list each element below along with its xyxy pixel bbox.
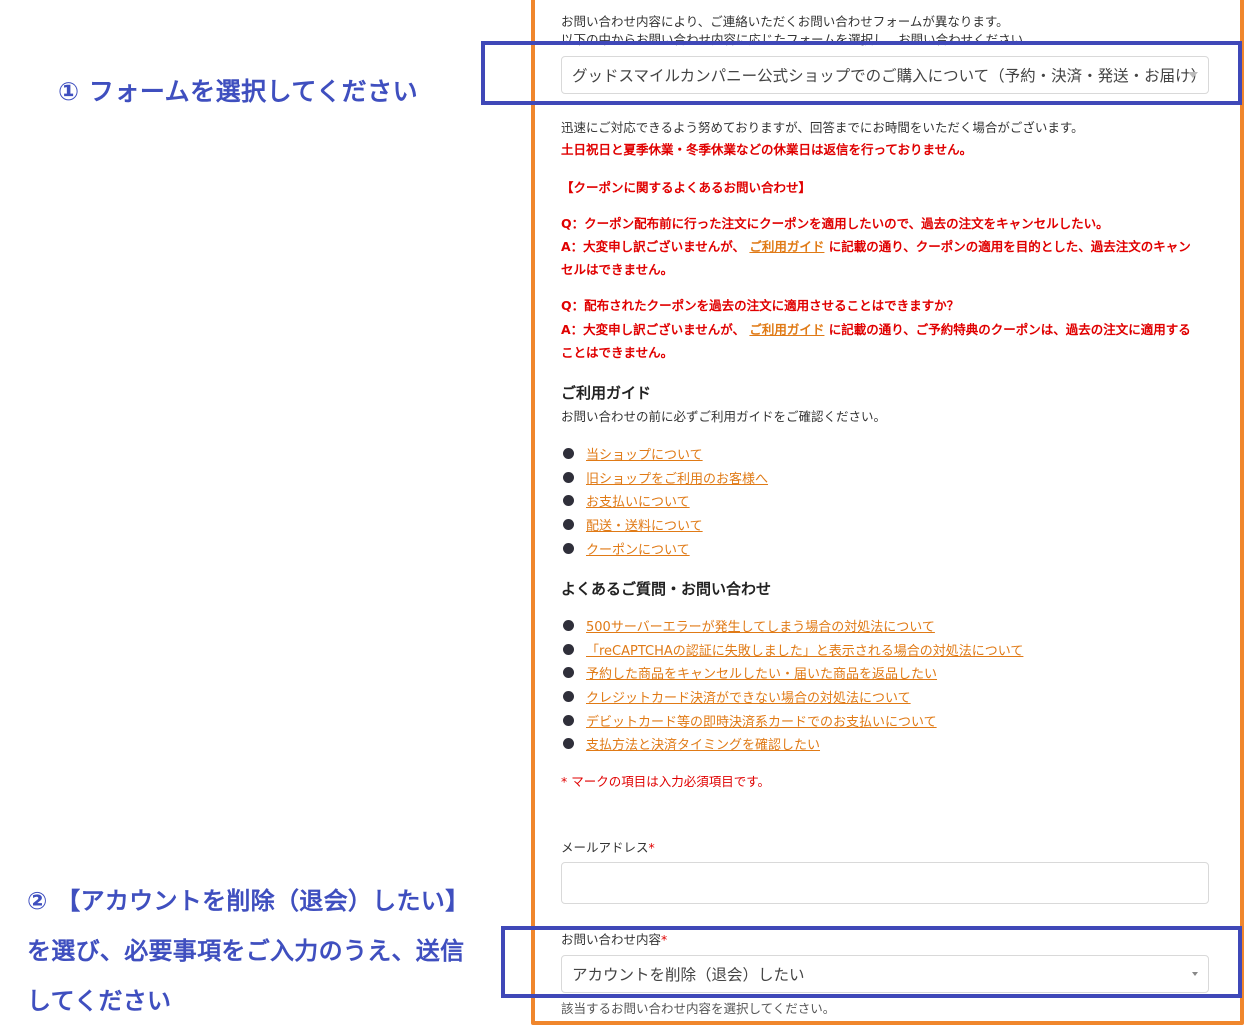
step2-line2: を選び、必要事項をご入力のうえ、送信 bbox=[27, 937, 465, 965]
notice-line1: 迅速にご対応できるよう努めておりますが、回答までにお時間をいただく場合がございま… bbox=[561, 120, 1084, 135]
coupon-a2-line2: ことはできません。 bbox=[561, 345, 674, 360]
faq-link[interactable]: 支払方法と決済タイミングを確認したい bbox=[586, 734, 820, 753]
bullet-icon bbox=[563, 471, 574, 483]
bullet-icon bbox=[563, 542, 574, 554]
list-item: お支払いについて bbox=[561, 489, 768, 513]
guide-link[interactable]: 旧ショップをご利用のお客様へ bbox=[586, 468, 768, 487]
required-mark: * bbox=[648, 840, 655, 855]
faq-link[interactable]: 500サーバーエラーが発生してしまう場合の対処法について bbox=[586, 616, 935, 635]
list-item: 旧ショップをご利用のお客様へ bbox=[561, 466, 768, 490]
bullet-icon bbox=[563, 667, 574, 679]
coupon-a1: A：大変申し訳ございませんが、 ご利用ガイド に記載の通り、クーポンの適用を目的… bbox=[561, 238, 1191, 255]
bullet-icon bbox=[563, 643, 574, 655]
step1-annotation: ① フォームを選択してください bbox=[58, 77, 419, 106]
inquiry-select-highlight bbox=[501, 926, 1242, 998]
contact-form-panel: お問い合わせ内容により、ご連絡いただくお問い合わせフォームが異なります。 以下の… bbox=[531, 0, 1244, 1025]
step2-line3: してください bbox=[27, 987, 172, 1015]
coupon-a1-line2: セルはできません。 bbox=[561, 262, 674, 277]
coupon-q2: Q：配布されたクーポンを過去の注文に適用させることはできますか？ bbox=[561, 298, 960, 313]
form-select-highlight bbox=[481, 41, 1242, 105]
list-item: 当ショップについて bbox=[561, 442, 768, 466]
guide-link[interactable]: 配送・送料について bbox=[586, 515, 703, 534]
email-label-text: メールアドレス bbox=[561, 840, 649, 855]
intro-line1: お問い合わせ内容により、ご連絡いただくお問い合わせフォームが異なります。 bbox=[561, 14, 1009, 29]
coupon-a2-prefix: A：大変申し訳ございませんが、 bbox=[561, 322, 746, 337]
guide-link-list: 当ショップについて 旧ショップをご利用のお客様へ お支払いについて 配送・送料に… bbox=[561, 442, 768, 560]
required-note: * マークの項目は入力必須項目です。 bbox=[561, 774, 770, 789]
bullet-icon bbox=[563, 495, 574, 507]
guide-title: ご利用ガイド bbox=[561, 384, 652, 402]
bullet-icon bbox=[563, 738, 574, 750]
list-item: クレジットカード決済ができない場合の対処法について bbox=[561, 685, 1023, 709]
faq-link-list: 500サーバーエラーが発生してしまう場合の対処法について 「reCAPTCHAの… bbox=[561, 614, 1023, 756]
coupon-a1-suffix: に記載の通り、クーポンの適用を目的とした、過去注文のキャン bbox=[828, 239, 1191, 254]
bullet-icon bbox=[563, 620, 574, 632]
faq-link[interactable]: 予約した商品をキャンセルしたい・届いた商品を返品したい bbox=[586, 663, 937, 682]
coupon-faq-title: 【クーポンに関するよくあるお問い合わせ】 bbox=[561, 180, 812, 195]
bullet-icon bbox=[563, 519, 574, 531]
step2-line1: ② 【アカウントを削除（退会）したい】 bbox=[27, 887, 470, 915]
coupon-q1: Q：クーポン配布前に行った注文にクーポンを適用したいので、過去の注文をキャンセル… bbox=[561, 216, 1109, 231]
bullet-icon bbox=[563, 714, 574, 726]
coupon-a2-guide-link[interactable]: ご利用ガイド bbox=[749, 322, 824, 337]
step2-annotation: ② 【アカウントを削除（退会）したい】 を選び、必要事項をご入力のうえ、送信 し… bbox=[27, 876, 469, 1026]
faq-title: よくあるご質問・お問い合わせ bbox=[561, 580, 772, 598]
coupon-a1-prefix: A：大変申し訳ございませんが、 bbox=[561, 239, 746, 254]
bullet-icon bbox=[563, 448, 574, 460]
guide-link[interactable]: クーポンについて bbox=[586, 539, 690, 558]
list-item: クーポンについて bbox=[561, 536, 768, 560]
coupon-a1-guide-link[interactable]: ご利用ガイド bbox=[749, 239, 824, 254]
list-item: 配送・送料について bbox=[561, 513, 768, 537]
list-item: デビットカード等の即時決済系カードでのお支払いについて bbox=[561, 708, 1023, 732]
faq-link[interactable]: 「reCAPTCHAの認証に失敗しました」と表示される場合の対処法について bbox=[586, 640, 1023, 659]
email-field[interactable] bbox=[561, 862, 1209, 904]
guide-link[interactable]: お支払いについて bbox=[586, 491, 690, 510]
list-item: 「reCAPTCHAの認証に失敗しました」と表示される場合の対処法について bbox=[561, 638, 1023, 662]
list-item: 500サーバーエラーが発生してしまう場合の対処法について bbox=[561, 614, 1023, 638]
list-item: 予約した商品をキャンセルしたい・届いた商品を返品したい bbox=[561, 661, 1023, 685]
faq-link[interactable]: デビットカード等の即時決済系カードでのお支払いについて bbox=[586, 711, 937, 730]
guide-subtitle: お問い合わせの前に必ずご利用ガイドをご確認ください。 bbox=[561, 409, 887, 424]
coupon-a2: A：大変申し訳ございませんが、 ご利用ガイド に記載の通り、ご予約特典のクーポン… bbox=[561, 321, 1191, 338]
inquiry-help: 該当するお問い合わせ内容を選択してください。 bbox=[561, 1001, 836, 1016]
guide-link[interactable]: 当ショップについて bbox=[586, 444, 703, 463]
list-item: 支払方法と決済タイミングを確認したい bbox=[561, 732, 1023, 756]
email-label: メールアドレス* bbox=[561, 839, 655, 856]
notice-holiday: 土日祝日と夏季休業・冬季休業などの休業日は返信を行っておりません。 bbox=[561, 142, 973, 157]
faq-link[interactable]: クレジットカード決済ができない場合の対処法について bbox=[586, 687, 911, 706]
bullet-icon bbox=[563, 691, 574, 703]
coupon-a2-suffix: に記載の通り、ご予約特典のクーポンは、過去の注文に適用する bbox=[828, 322, 1191, 337]
